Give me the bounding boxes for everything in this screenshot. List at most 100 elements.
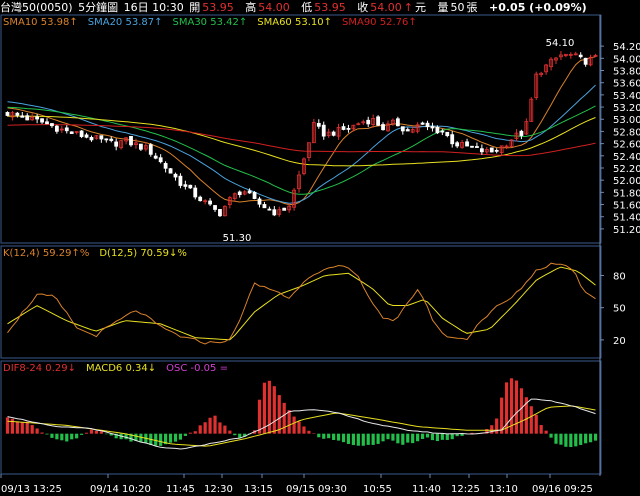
osc-bar bbox=[588, 433, 593, 443]
candle-body bbox=[465, 141, 469, 147]
osc-bar bbox=[366, 433, 370, 445]
candle-body bbox=[64, 127, 69, 132]
candle-body bbox=[237, 191, 242, 196]
y-tick-label: 53.60 bbox=[613, 79, 640, 90]
osc-bar bbox=[25, 421, 29, 434]
candle-body bbox=[267, 208, 272, 211]
candle-body bbox=[455, 142, 460, 147]
candle-body bbox=[519, 130, 524, 136]
candle-body bbox=[247, 190, 252, 194]
candle-body bbox=[109, 138, 114, 141]
candle-body bbox=[494, 149, 499, 152]
osc-bar bbox=[312, 433, 316, 434]
candle-body bbox=[45, 121, 49, 125]
osc-bar bbox=[519, 388, 524, 434]
candle-body bbox=[366, 119, 371, 125]
osc-bar bbox=[50, 433, 54, 438]
candle-body bbox=[262, 204, 267, 209]
osc-bar bbox=[45, 433, 49, 435]
price-annotation: 54.10 bbox=[546, 38, 575, 49]
x-tick-label: 10:55 bbox=[363, 484, 392, 495]
candle-body bbox=[104, 138, 109, 141]
x-tick-label: 11:40 bbox=[412, 484, 441, 495]
osc-bar bbox=[361, 433, 365, 446]
osc-bar bbox=[55, 433, 59, 440]
osc-bar bbox=[257, 399, 262, 434]
candle-body bbox=[138, 143, 143, 150]
price-panel: 54.2054.00 53.8053.6053.4053.2053.0052.80… bbox=[5, 38, 640, 244]
osc-bar bbox=[159, 433, 163, 446]
osc-bar bbox=[416, 433, 420, 442]
osc-bar bbox=[60, 433, 64, 441]
candle-body bbox=[148, 144, 153, 155]
x-tick-label: 11:45 bbox=[166, 484, 195, 495]
candle-body bbox=[15, 112, 20, 116]
y-tick-label: 54.00 bbox=[613, 54, 640, 65]
candle-body bbox=[272, 209, 277, 216]
candle-body bbox=[440, 130, 445, 133]
candle-body bbox=[89, 137, 94, 141]
x-tick-label: 12:30 bbox=[204, 484, 233, 495]
candle-body bbox=[400, 126, 405, 132]
osc-bar bbox=[208, 417, 212, 434]
candle-body bbox=[479, 148, 484, 153]
sma60-line bbox=[7, 115, 596, 167]
osc-bar bbox=[277, 395, 281, 434]
osc-bar bbox=[336, 433, 341, 441]
osc-bar bbox=[549, 433, 553, 438]
candle-body bbox=[583, 57, 588, 65]
candle-body bbox=[578, 54, 583, 58]
candle-body bbox=[183, 184, 188, 187]
time-axis: 09/13 13:25 09/14 10:20 11:45 12:30 13:15 09/… bbox=[0, 474, 593, 495]
osc-bar bbox=[381, 433, 385, 442]
osc-bar bbox=[559, 433, 563, 445]
osc-bar bbox=[539, 425, 543, 434]
candle-body bbox=[84, 134, 89, 138]
osc-bar bbox=[203, 422, 207, 434]
candle-body bbox=[193, 187, 198, 198]
osc-bar bbox=[287, 410, 291, 434]
candle-body bbox=[489, 147, 494, 153]
osc-bar bbox=[84, 432, 89, 434]
candle-body bbox=[257, 198, 262, 205]
candle-body bbox=[129, 136, 133, 146]
osc-bar bbox=[351, 433, 355, 446]
osc-bar bbox=[213, 415, 217, 434]
y-tick-label: 53.20 bbox=[613, 103, 640, 114]
osc-bar bbox=[440, 433, 444, 440]
osc-bar bbox=[233, 433, 237, 436]
osc-bar bbox=[154, 433, 158, 446]
osc-bar bbox=[593, 433, 598, 441]
y-tick-label: 51.40 bbox=[613, 213, 640, 224]
osc-bar bbox=[104, 433, 108, 435]
osc-bar bbox=[346, 433, 351, 444]
y-tick-label: 51.80 bbox=[613, 188, 640, 199]
candle-body bbox=[450, 134, 455, 145]
osc-bar bbox=[173, 433, 178, 442]
stock-chart[interactable]: 54.2054.00 53.8053.6053.4053.2053.0052.80… bbox=[0, 0, 640, 496]
osc-bar bbox=[356, 433, 360, 446]
y-tick-label: 52.40 bbox=[613, 152, 640, 163]
osc-bar bbox=[376, 433, 380, 444]
osc-bar bbox=[168, 433, 173, 443]
osc-bar bbox=[396, 433, 400, 444]
x-tick-label: 12:25 bbox=[451, 484, 480, 495]
x-tick-label: 09/16 09:25 bbox=[532, 484, 593, 495]
osc-bar bbox=[178, 433, 183, 440]
osc-bar bbox=[70, 433, 74, 440]
osc-bar bbox=[401, 433, 405, 445]
candle-body bbox=[25, 115, 30, 121]
osc-bar bbox=[341, 433, 346, 443]
osc-bar bbox=[238, 433, 242, 438]
osc-bar bbox=[579, 433, 583, 445]
osc-bar bbox=[272, 386, 276, 434]
osc-bar bbox=[79, 433, 84, 435]
y-tick-label: 51.20 bbox=[613, 225, 640, 236]
candle-body bbox=[435, 126, 440, 134]
osc-bar bbox=[411, 433, 415, 444]
candle-body bbox=[405, 129, 410, 132]
candle-body bbox=[475, 146, 479, 148]
osc-bar bbox=[307, 430, 311, 434]
macd-panel bbox=[5, 378, 598, 450]
osc-bar bbox=[386, 433, 390, 440]
